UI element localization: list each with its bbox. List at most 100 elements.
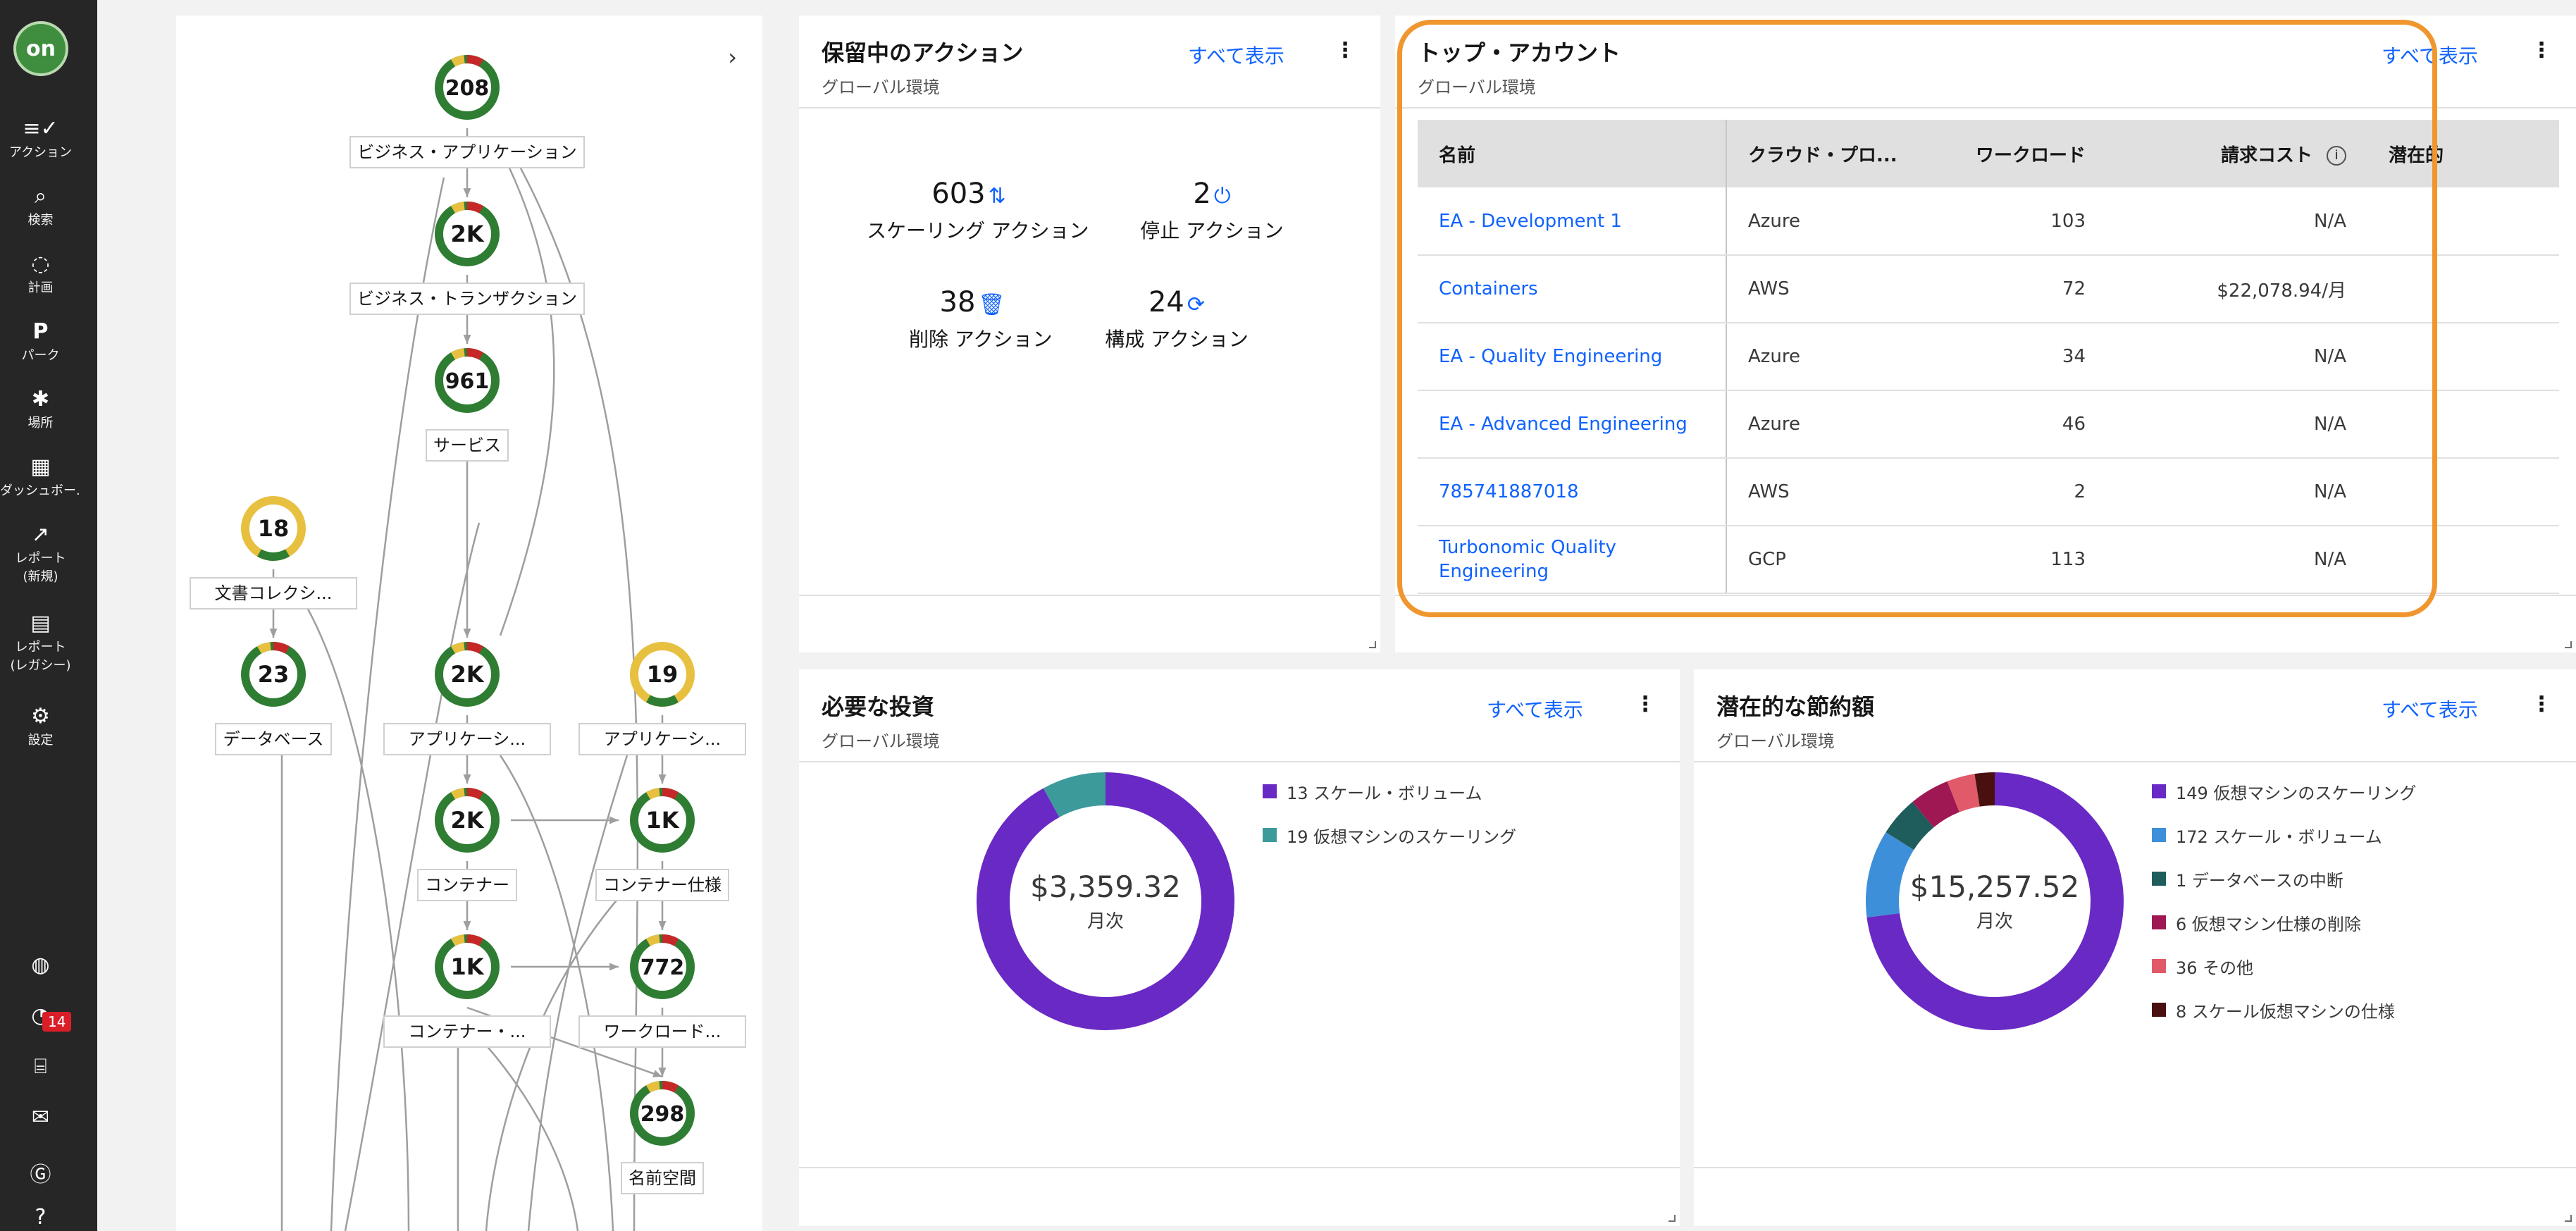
- topology-node[interactable]: 2K アプリケーシ...: [383, 642, 551, 755]
- topology-node[interactable]: 2K コンテナー: [417, 788, 517, 901]
- resize-handle[interactable]: [1668, 1215, 1676, 1222]
- column-header-potential[interactable]: 潜在的: [2367, 120, 2559, 187]
- legend-item[interactable]: 149 仮想マシンのスケーリング: [2152, 769, 2416, 813]
- configure-actions-stat[interactable]: 24 ⟳ 構成 アクション: [1099, 286, 1254, 352]
- view-all-link[interactable]: すべて表示: [1188, 41, 1284, 69]
- node-label: コンテナー・...: [409, 1022, 526, 1041]
- topology-node[interactable]: 772 ワークロード...: [578, 934, 746, 1048]
- legend-item[interactable]: 19 仮想マシンのスケーリング: [1263, 813, 1516, 857]
- table-row: Containers AWS 72 $22,078.94/月: [1418, 255, 2559, 323]
- pending-actions-card: 保留中のアクション グローバル環境 すべて表示 ⋮ 603 ⇅ スケーリング アク…: [799, 16, 1380, 652]
- node-label: ワークロード...: [604, 1022, 722, 1041]
- arrow-head: [463, 188, 471, 197]
- node-ring-minor: [645, 788, 660, 800]
- workloads-cell: 103: [1938, 187, 2107, 256]
- account-name-link[interactable]: 785741887018: [1418, 458, 1727, 526]
- account-name-link[interactable]: Turbonomic Quality Engineering: [1418, 526, 1727, 594]
- mail-icon[interactable]: ✉: [0, 1105, 81, 1130]
- suspend-actions-stat[interactable]: 2 ⏻ 停止 アクション: [1134, 178, 1289, 244]
- potential-cell: [2367, 458, 2559, 526]
- left-navigation: on ≡✓ アクション ⌕ 検索 ◌ 計画 P パーク ✱ 場所 ▦ ダッシュボ…: [0, 0, 97, 1231]
- legend-item[interactable]: 13 スケール・ボリューム: [1263, 769, 1516, 813]
- scaling-actions-stat[interactable]: 603 ⇅ スケーリング アクション: [867, 178, 1089, 244]
- node-ring-minor: [645, 934, 660, 946]
- nav-search[interactable]: ⌕ 検索: [0, 185, 81, 230]
- column-header-name[interactable]: 名前: [1418, 120, 1727, 187]
- overflow-menu-icon[interactable]: ⋮: [1335, 38, 1356, 63]
- topology-node[interactable]: 208 ビジネス・アプリケーション: [349, 55, 585, 168]
- nav-reports-legacy[interactable]: ▤ レポート (レガシー): [0, 612, 81, 675]
- nav-reports-new[interactable]: ↗ レポート (新規): [0, 523, 81, 586]
- resize-handle[interactable]: [2565, 641, 2572, 648]
- nav-park[interactable]: P パーク: [0, 320, 81, 365]
- topology-node[interactable]: 1K コンテナー仕様: [595, 788, 729, 901]
- nav-settings[interactable]: ⚙ 設定: [0, 705, 81, 750]
- account-name-link[interactable]: EA - Quality Engineering: [1418, 323, 1727, 391]
- view-all-link[interactable]: すべて表示: [2382, 695, 2478, 723]
- help-icon[interactable]: ?: [0, 1205, 81, 1230]
- nav-plan[interactable]: ◌ 計画: [0, 252, 81, 297]
- legend-item[interactable]: 36 その他: [2152, 944, 2416, 988]
- delete-actions-stat[interactable]: 38 🗑 削除 アクション: [909, 286, 1053, 352]
- topology-node[interactable]: 19 アプリケーシ...: [578, 642, 746, 755]
- nav-actions[interactable]: ≡✓ アクション: [0, 117, 81, 162]
- topology-node[interactable]: 2K ビジネス・トランザクション: [349, 202, 585, 315]
- account-name-link[interactable]: EA - Advanced Engineering: [1418, 390, 1727, 459]
- node-label: ビジネス・トランザクション: [357, 289, 577, 309]
- account-name-link[interactable]: EA - Development 1: [1418, 187, 1727, 256]
- overflow-menu-icon[interactable]: ⋮: [2531, 692, 2552, 717]
- node-count: 18: [258, 515, 290, 542]
- potential-cell: [2367, 390, 2559, 459]
- stat-label: 削除 アクション: [909, 328, 1053, 351]
- globe-icon[interactable]: ◍: [0, 953, 81, 977]
- column-header-billed-cost[interactable]: 請求コスト i: [2107, 120, 2367, 187]
- node-label: データベース: [223, 729, 324, 749]
- nav-place[interactable]: ✱ 場所: [0, 388, 81, 433]
- node-label: コンテナー仕様: [603, 875, 722, 895]
- nav-label: 設定: [27, 733, 54, 748]
- topology-node[interactable]: 23 データベース: [215, 642, 332, 755]
- nav-dashboards[interactable]: ▦ ダッシュボー...: [0, 455, 81, 500]
- gift-icon[interactable]: ⌸: [0, 1054, 81, 1079]
- potential-cell: [2367, 255, 2559, 323]
- column-header-workloads[interactable]: ワークロード: [1938, 120, 2107, 187]
- overflow-menu-icon[interactable]: ⋮: [1635, 692, 1656, 717]
- node-ring-minor: [450, 202, 465, 214]
- account-name-link[interactable]: Containers: [1418, 255, 1727, 323]
- overflow-menu-icon[interactable]: ⋮: [2531, 38, 2552, 63]
- supply-chain-graph: 208 ビジネス・アプリケーション 2K ビジネス・トランザクション 961 サービス 18…: [190, 55, 746, 1231]
- g-icon[interactable]: Ⓖ: [0, 1157, 81, 1188]
- report-icon: ▤: [30, 611, 51, 636]
- topology-node[interactable]: 298 名前空間: [621, 1081, 704, 1194]
- billed-cost-cell: N/A: [2107, 390, 2367, 459]
- legend-item[interactable]: 172 スケール・ボリューム: [2152, 813, 2416, 857]
- topology-node[interactable]: 961 サービス: [426, 348, 509, 462]
- billed-cost-cell: $22,078.94/月: [2107, 255, 2367, 323]
- legend-item[interactable]: 6 仮想マシン仕様の削除: [2152, 901, 2416, 944]
- billed-cost-cell: N/A: [2107, 526, 2367, 594]
- legend-swatch: [1263, 784, 1277, 798]
- info-icon[interactable]: i: [2327, 146, 2346, 166]
- graph-edge: [499, 755, 614, 1231]
- topology-node[interactable]: 1K コンテナー・...: [383, 934, 551, 1048]
- topology-node[interactable]: 18 文書コレクシ...: [190, 496, 357, 610]
- node-count: 961: [445, 369, 490, 394]
- view-all-link[interactable]: すべて表示: [2382, 41, 2478, 69]
- node-ring-critical: [662, 1081, 679, 1093]
- view-all-link[interactable]: すべて表示: [1487, 695, 1583, 723]
- stat-value: 603: [931, 178, 986, 210]
- app-logo[interactable]: on: [13, 21, 68, 76]
- nav-label: 検索: [27, 213, 54, 228]
- legend-item[interactable]: 1 データベースの中断: [2152, 857, 2416, 901]
- node-ring-minor: [256, 642, 271, 654]
- chevron-right-icon[interactable]: ›: [728, 44, 737, 70]
- resize-handle[interactable]: [1369, 641, 1376, 648]
- chart-legend: 13 スケール・ボリューム 19 仮想マシンのスケーリング: [1263, 769, 1516, 857]
- legend-item[interactable]: 8 スケール仮想マシンの仕様: [2152, 988, 2416, 1032]
- nav-label: 計画: [27, 280, 54, 295]
- billed-cost-cell: N/A: [2107, 458, 2367, 526]
- column-header-cloud-provider[interactable]: クラウド・プロ...: [1726, 120, 1938, 187]
- resize-handle[interactable]: [2565, 1215, 2572, 1222]
- workloads-cell: 72: [1938, 255, 2107, 323]
- trash-icon: 🗑: [978, 292, 1005, 317]
